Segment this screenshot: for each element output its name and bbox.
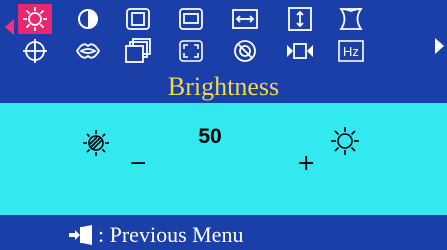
h-size-icon (232, 9, 258, 29)
increase-label: + (297, 151, 316, 176)
v-size-menu-icon[interactable] (283, 4, 317, 34)
rotation-menu-icon[interactable] (18, 36, 52, 66)
zoom-icon (179, 40, 203, 62)
hz-label: Hz (343, 44, 359, 59)
exit-door-icon[interactable] (68, 224, 94, 246)
rotation-icon (23, 39, 47, 63)
trapezoid-menu-icon[interactable] (71, 36, 105, 66)
footer-bar: : Previous Menu (0, 221, 447, 250)
frequency-menu-icon[interactable]: Hz (334, 36, 368, 66)
contrast-icon (78, 9, 98, 29)
v-position-menu-icon[interactable] (174, 4, 208, 34)
osd-window: Hz Brightness − 50 +: Previous Menu (0, 0, 447, 250)
h-position-menu-icon[interactable] (121, 4, 155, 34)
parallelogram-icon (125, 38, 151, 63)
zoom-menu-icon[interactable] (174, 36, 208, 66)
degauss-icon (234, 40, 256, 62)
scroll-left-arrow-icon[interactable] (5, 19, 14, 35)
v-position-icon (179, 8, 203, 30)
previous-menu-text: Previous Menu (109, 222, 244, 247)
pincushion-menu-icon[interactable] (334, 4, 368, 34)
page-title: Brightness (167, 72, 280, 101)
h-size-menu-icon[interactable] (228, 4, 262, 34)
hz-icon: Hz (338, 40, 364, 62)
linearity-menu-icon[interactable] (283, 36, 317, 66)
degauss-menu-icon[interactable] (228, 36, 262, 66)
dim-sun-icon (83, 130, 109, 156)
v-size-icon (288, 7, 312, 31)
pincushion-icon (339, 8, 363, 30)
bright-sun-icon (331, 127, 359, 155)
previous-menu-label[interactable]: : Previous Menu (98, 223, 243, 247)
contrast-menu-icon[interactable] (71, 4, 105, 34)
h-position-icon (126, 8, 150, 30)
footer-separator: : (98, 222, 105, 247)
sun-icon (23, 7, 47, 31)
adjustment-panel: − 50 + (0, 103, 447, 215)
brightness-value: 50 (198, 125, 222, 148)
linearity-icon (287, 43, 313, 59)
trapezoid-icon (75, 43, 101, 59)
parallelogram-menu-icon[interactable] (121, 36, 155, 66)
scroll-right-arrow-icon[interactable] (435, 38, 444, 54)
decrease-label: − (129, 151, 148, 176)
brightness-menu-icon[interactable] (18, 4, 52, 34)
